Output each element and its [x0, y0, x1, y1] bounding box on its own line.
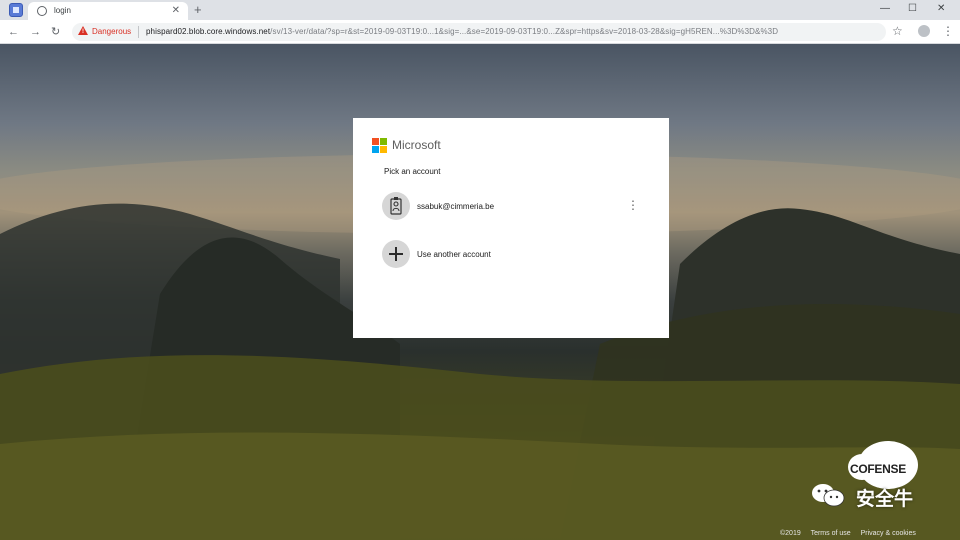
- url-path: /sv/13-ver/data/?sp=r&st=2019-09-03T19:0…: [270, 27, 779, 36]
- use-another-account-label: Use another account: [417, 250, 491, 259]
- forward-button[interactable]: →: [30, 24, 41, 40]
- copyright-text: ©2019: [780, 530, 801, 537]
- url-host: phispard02.blob.core.windows.net: [146, 27, 271, 36]
- account-email: ssabuk@cimmeria.be: [417, 202, 495, 211]
- security-label[interactable]: Dangerous: [92, 27, 131, 36]
- minimize-button[interactable]: —: [880, 1, 890, 17]
- divider: [138, 26, 139, 38]
- user-badge-icon: [390, 197, 402, 215]
- cofense-logo-text: COFENSE: [850, 462, 906, 476]
- new-tab-button[interactable]: +: [194, 2, 202, 18]
- back-button[interactable]: ←: [8, 24, 19, 40]
- tab-bar: login ✕ + — ☐ ✕: [0, 0, 960, 20]
- url-text[interactable]: phispard02.blob.core.windows.net/sv/13-v…: [146, 27, 778, 36]
- account-tile[interactable]: ssabuk@cimmeria.be ⋮: [379, 190, 649, 222]
- page-footer: ©2019 Terms of use Privacy & cookies: [780, 530, 924, 537]
- terms-link[interactable]: Terms of use: [811, 530, 851, 537]
- account-avatar: [382, 192, 410, 220]
- watermark-channel-name: 安全牛: [856, 489, 914, 510]
- tab-title: login: [54, 6, 71, 15]
- app-icon: [9, 3, 23, 17]
- login-card: Microsoft Pick an account ssabuk@cimmeri…: [353, 118, 669, 338]
- pick-account-heading: Pick an account: [384, 167, 441, 176]
- reload-button[interactable]: ↻: [51, 24, 60, 40]
- account-options-icon[interactable]: ⋮: [627, 196, 639, 214]
- address-bar[interactable]: ! Dangerous phispard02.blob.core.windows…: [72, 23, 886, 41]
- warning-icon: !: [78, 26, 88, 35]
- plus-icon: [382, 240, 410, 268]
- browser-menu-icon[interactable]: ⋮: [942, 23, 954, 39]
- profile-avatar[interactable]: [918, 25, 930, 37]
- globe-icon: [37, 6, 47, 16]
- microsoft-logo-icon: [372, 138, 387, 153]
- tab-close-icon[interactable]: ✕: [172, 4, 180, 18]
- browser-toolbar: ← → ↻ ! Dangerous phispard02.blob.core.w…: [0, 20, 960, 44]
- maximize-button[interactable]: ☐: [908, 1, 917, 17]
- wechat-icon: [812, 484, 845, 507]
- bookmark-star-icon[interactable]: ☆: [892, 23, 903, 39]
- close-window-button[interactable]: ✕: [937, 1, 945, 17]
- brand-name: Microsoft: [392, 138, 441, 152]
- browser-tab[interactable]: login ✕: [28, 2, 188, 20]
- use-another-account-button[interactable]: Use another account: [379, 238, 649, 270]
- privacy-link[interactable]: Privacy & cookies: [861, 530, 916, 537]
